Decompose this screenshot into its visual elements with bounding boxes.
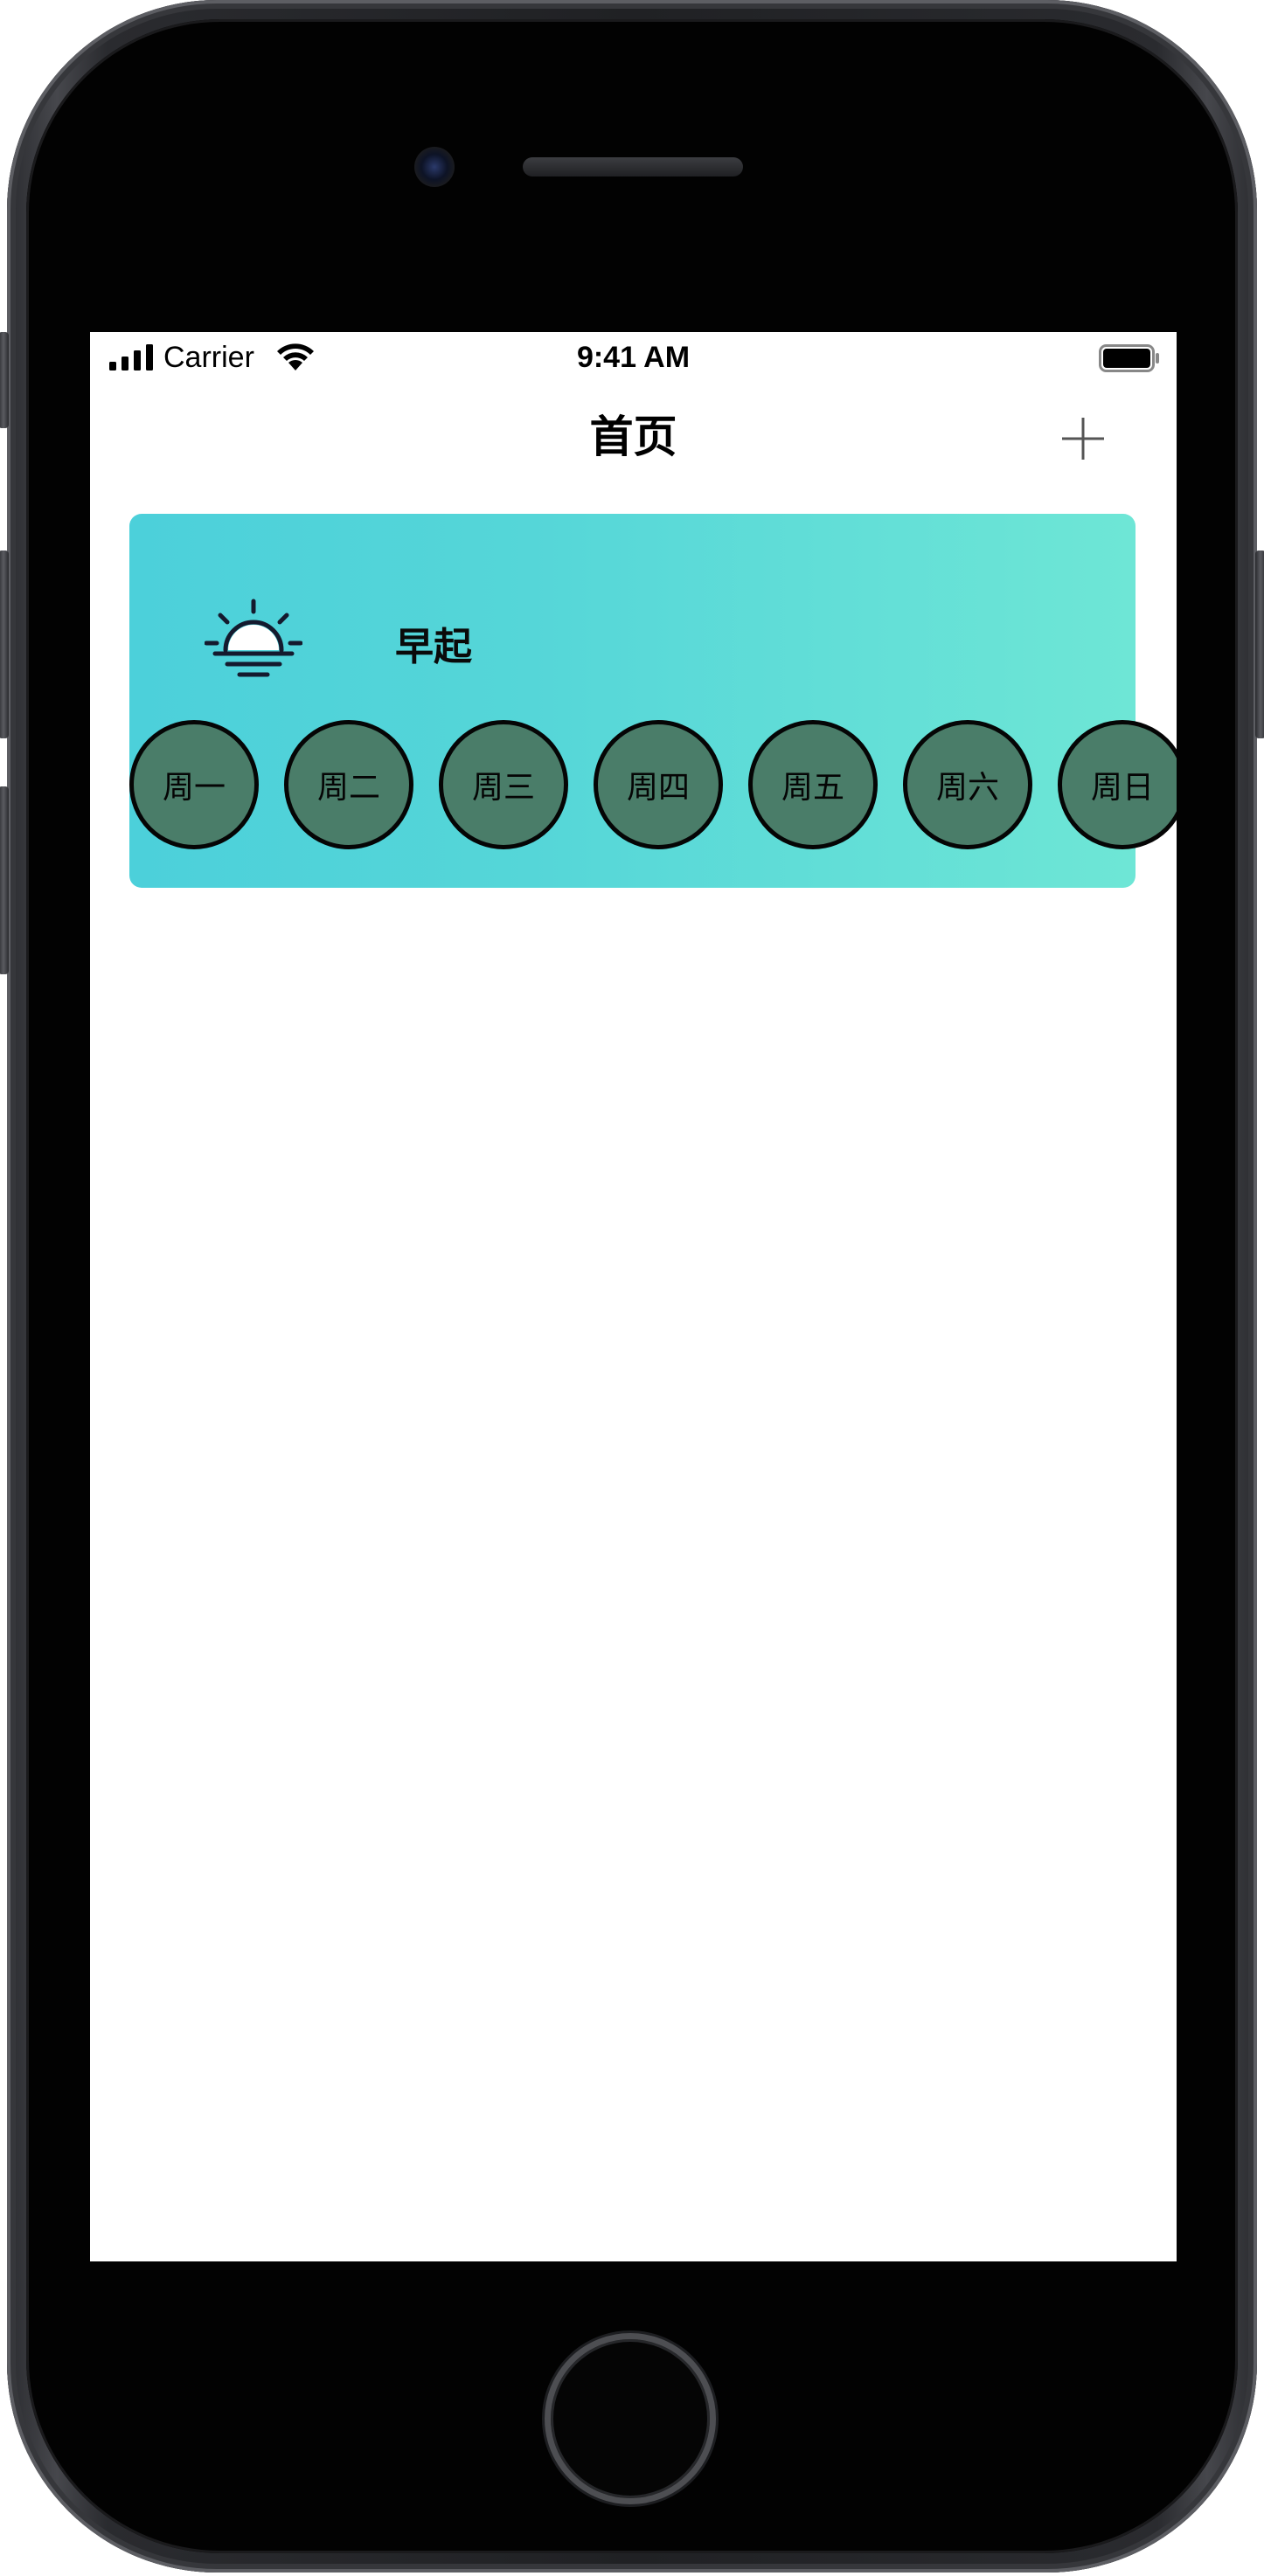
weekday-sat[interactable]: 周六 — [903, 720, 1032, 849]
page-title: 首页 — [589, 412, 677, 462]
front-camera — [414, 147, 455, 187]
volume-down-button — [0, 786, 9, 974]
weekday-wed[interactable]: 周三 — [439, 720, 568, 849]
navigation-bar: 首页 — [90, 384, 1177, 489]
silent-switch — [0, 332, 9, 428]
weekday-tue[interactable]: 周二 — [284, 720, 413, 849]
sunrise-icon — [205, 599, 302, 677]
power-button — [1255, 551, 1264, 738]
weekday-sun[interactable]: 周日 — [1058, 720, 1177, 849]
weekday-thu[interactable]: 周四 — [594, 720, 723, 849]
status-time: 9:41 AM — [576, 341, 691, 374]
weekday-selector: 周一 周二 周三 周四 周五 周六 周日 — [129, 720, 1177, 849]
battery-icon — [1099, 344, 1159, 372]
weekday-mon[interactable]: 周一 — [129, 720, 259, 849]
volume-up-button — [0, 551, 9, 738]
plus-icon[interactable] — [1057, 412, 1109, 465]
status-bar: Carrier 9:41 AM — [90, 332, 1177, 384]
app-screen: Carrier 9:41 AM 首页 早起 周一 周二 周三 周四 周五 周六 … — [90, 332, 1177, 2261]
weekday-fri[interactable]: 周五 — [748, 720, 878, 849]
home-button[interactable] — [545, 2333, 716, 2504]
habit-name: 早起 — [395, 625, 472, 669]
earpiece-speaker — [523, 157, 743, 177]
